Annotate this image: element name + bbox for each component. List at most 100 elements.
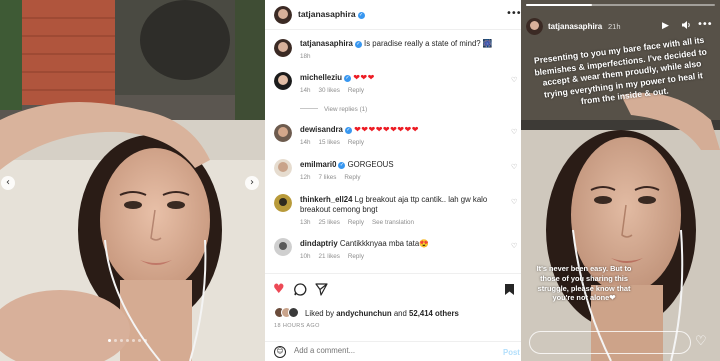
comment-body: Cantikkknyaa mba tata😍 [339, 239, 429, 248]
like-comment-icon[interactable]: ♡ [511, 198, 517, 206]
reply-button[interactable]: Reply [348, 139, 364, 146]
share-icon[interactable] [315, 283, 328, 299]
see-translation-button[interactable]: See translation [372, 219, 414, 226]
caption-text: tatjanasaphira ✓ Is paradise really a sta… [300, 39, 506, 49]
comment-time[interactable]: 13h [300, 219, 311, 226]
comment-time[interactable]: 12h [300, 174, 311, 181]
like-comment-icon[interactable]: ♡ [511, 128, 517, 136]
story-reply-input[interactable] [529, 331, 691, 354]
comment-text: dindaptriy Cantikkknyaa mba tata😍 [300, 239, 506, 249]
reply-button[interactable]: Reply [348, 253, 364, 260]
caption-body: Is paradise really a state of mind? 🎆 [364, 39, 493, 48]
verified-badge-icon: ✓ [344, 75, 352, 82]
commenter-avatar[interactable] [274, 72, 292, 90]
comment-meta: 13h 25 likes Reply See translation [300, 219, 422, 226]
replies-divider [300, 108, 318, 109]
commenter-username[interactable]: dewisandra [300, 125, 343, 134]
reply-button[interactable]: Reply [344, 174, 360, 181]
comment-meta: 14h 30 likes Reply [300, 87, 372, 94]
comment-meta: 12h 7 likes Reply [300, 174, 368, 181]
play-icon[interactable]: ▶ [662, 21, 669, 31]
comment-time[interactable]: 10h [300, 253, 311, 260]
author-username[interactable]: tatjanasaphira ✓ [298, 9, 365, 19]
commenter-avatar[interactable] [274, 124, 292, 142]
more-options-icon[interactable]: ••• [506, 8, 521, 19]
selfie-photo [0, 0, 265, 361]
carousel-dot[interactable] [144, 339, 147, 342]
caption-meta: 18h [300, 53, 319, 60]
like-comment-icon[interactable]: ♡ [511, 76, 517, 84]
verified-badge-icon: ✓ [357, 12, 365, 19]
carousel-dot[interactable] [138, 339, 141, 342]
comment-likes[interactable]: 25 likes [319, 219, 340, 226]
carousel-dots [108, 339, 147, 342]
commenter-avatar[interactable] [274, 194, 292, 212]
carousel-dot[interactable] [114, 339, 117, 342]
heart-icon[interactable]: ♥ [273, 283, 285, 296]
liked-by-text: Liked by andychunchun and 52,414 others [305, 309, 459, 318]
verified-badge-icon: ✓ [344, 127, 352, 134]
story-like-icon[interactable]: ♡ [695, 334, 707, 349]
post-photo[interactable]: ‹ › [0, 0, 265, 361]
comment-likes[interactable]: 7 likes [319, 174, 337, 181]
comment-text: thinkerh_ell24 Lg breakout aja ttp canti… [300, 195, 506, 215]
story-avatar[interactable] [526, 18, 543, 35]
post-comment-button[interactable]: Post [503, 348, 520, 357]
post-header: tatjanasaphira ✓ ••• [265, 0, 521, 30]
liked-by-avatars[interactable] [274, 307, 300, 319]
comment-text: michelleziu ✓ ❤❤❤ [300, 73, 506, 83]
view-replies-label: View replies (1) [324, 106, 368, 113]
story-viewer[interactable]: tatjanasaphira 21h ▶ ••• Presenting to y… [521, 0, 720, 361]
story-more-icon[interactable]: ••• [697, 19, 713, 30]
story-progress-fill [526, 4, 593, 6]
comment-text: dewisandra ✓ ❤❤❤❤❤❤❤❤❤ [300, 125, 506, 135]
liked-by-username[interactable]: andychunchun [336, 309, 391, 318]
verified-badge-icon: ✓ [338, 162, 346, 169]
verified-badge-icon: ✓ [354, 41, 362, 48]
sound-icon[interactable] [681, 20, 692, 33]
carousel-prev-button[interactable]: ‹ [1, 176, 15, 190]
author-avatar[interactable] [274, 6, 292, 24]
commenter-username[interactable]: dindaptriy [300, 239, 338, 248]
carousel-dot[interactable] [132, 339, 135, 342]
post-detail-panel: tatjanasaphira ✓ ••• tatjanasaphira ✓ Is p… [265, 0, 521, 361]
carousel-dot[interactable] [108, 339, 111, 342]
caption-username[interactable]: tatjanasaphira [300, 39, 353, 48]
comment-body: GORGEOUS [347, 160, 394, 169]
bookmark-icon[interactable] [504, 283, 515, 299]
comment-input[interactable] [294, 346, 494, 355]
comment-time[interactable]: 14h [300, 87, 311, 94]
comment-body: ❤❤❤❤❤❤❤❤❤ [354, 125, 419, 134]
comment-icon[interactable] [294, 283, 307, 299]
carousel-dot[interactable] [126, 339, 129, 342]
likes-count-button[interactable]: 52,414 others [409, 309, 459, 318]
commenter-username[interactable]: michelleziu [300, 73, 342, 82]
comment-meta: 14h 15 likes Reply [300, 139, 372, 146]
liked-by-and: and [393, 309, 407, 318]
commenter-avatar[interactable] [274, 238, 292, 256]
post-timestamp[interactable]: 18 HOURS AGO [274, 323, 320, 329]
comment-likes[interactable]: 21 likes [319, 253, 340, 260]
story-username[interactable]: tatjanasaphira [548, 22, 602, 31]
story-time: 21h [608, 22, 621, 31]
commenter-username[interactable]: thinkerh_ell24 [300, 195, 352, 204]
carousel-next-button[interactable]: › [245, 176, 259, 190]
comment-body: ❤❤❤ [353, 73, 375, 82]
like-comment-icon[interactable]: ♡ [511, 163, 517, 171]
story-progress-bar [526, 4, 715, 6]
comment-likes[interactable]: 15 likes [319, 139, 340, 146]
reply-button[interactable]: Reply [348, 87, 364, 94]
like-comment-icon[interactable]: ♡ [511, 242, 517, 250]
caption-time[interactable]: 18h [300, 53, 311, 60]
view-replies-button[interactable]: View replies (1) [300, 106, 367, 113]
comment-time[interactable]: 14h [300, 139, 311, 146]
emoji-icon[interactable]: ☺ [274, 346, 286, 358]
author-avatar[interactable] [274, 39, 292, 57]
liked-by-prefix: Liked by [305, 309, 335, 318]
reply-button[interactable]: Reply [348, 219, 364, 226]
comment-likes[interactable]: 30 likes [319, 87, 340, 94]
commenter-avatar[interactable] [274, 159, 292, 177]
carousel-dot[interactable] [120, 339, 123, 342]
commenter-username[interactable]: emilmari0 [300, 160, 336, 169]
add-comment-bar: ☺ Post [265, 341, 521, 361]
